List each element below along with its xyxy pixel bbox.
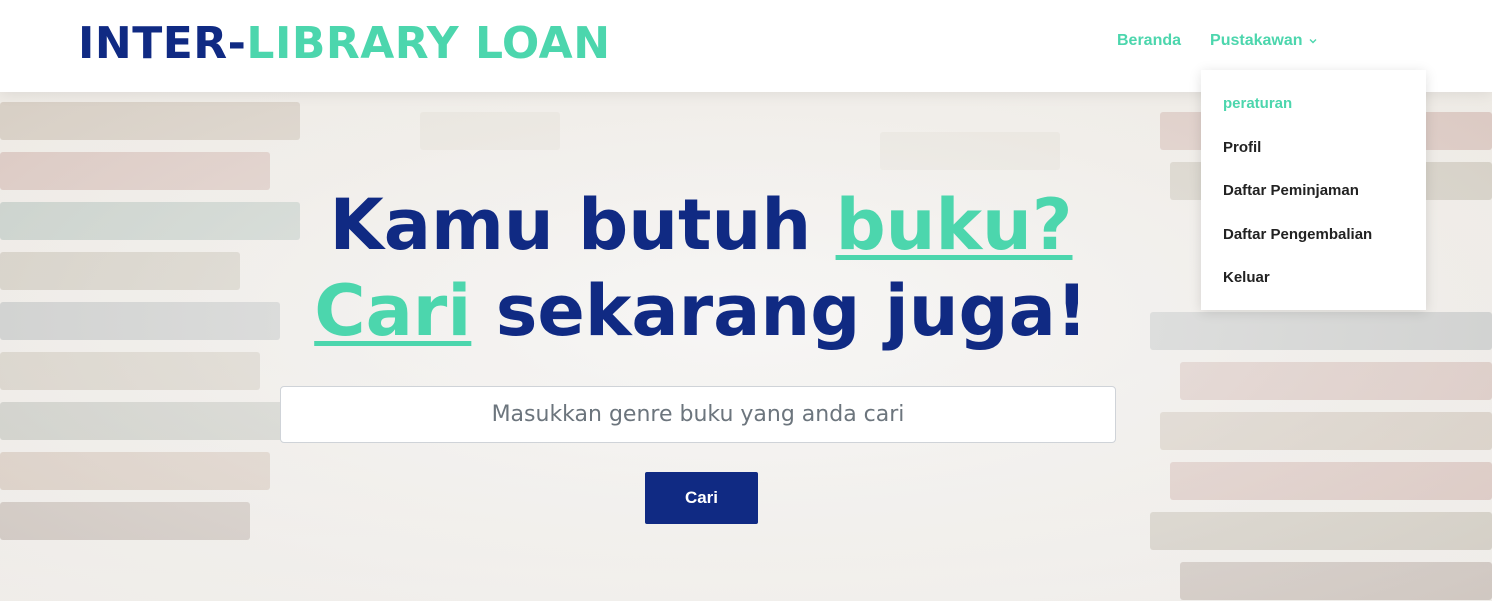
search-button[interactable]: Cari: [645, 472, 758, 524]
main-nav: Beranda Pustakawan: [1117, 32, 1318, 50]
hero-heading-line-2: Cari sekarang juga!: [0, 268, 1402, 354]
hero-heading-line-1: Kamu butuh buku?: [0, 182, 1402, 268]
heading-text-1: Kamu butuh: [329, 184, 836, 266]
nav-librarian-label: Pustakawan: [1210, 32, 1303, 49]
heading-highlight-cari: Cari: [314, 270, 472, 352]
menu-item-daftar-peminjaman[interactable]: Daftar Peminjaman: [1223, 182, 1359, 199]
brand-part-2: LIBRARY LOAN: [246, 18, 611, 69]
librarian-dropdown-menu: peraturan Profil Daftar Peminjaman Dafta…: [1201, 70, 1426, 310]
chevron-down-icon: [1309, 39, 1317, 44]
menu-item-peraturan[interactable]: peraturan: [1223, 95, 1292, 112]
menu-item-daftar-pengembalian[interactable]: Daftar Pengembalian: [1223, 226, 1372, 243]
brand-logo[interactable]: INTER-LIBRARY LOAN: [78, 18, 611, 70]
heading-highlight-buku: buku?: [835, 184, 1073, 266]
menu-item-keluar[interactable]: Keluar: [1223, 269, 1270, 286]
nav-librarian-link[interactable]: Pustakawan: [1210, 32, 1317, 50]
menu-item-profil[interactable]: Profil: [1223, 139, 1261, 156]
nav-home-link[interactable]: Beranda: [1117, 32, 1181, 50]
heading-text-2: sekarang juga!: [471, 270, 1088, 352]
genre-search-input[interactable]: [280, 386, 1116, 443]
brand-part-1: INTER-: [78, 18, 247, 69]
